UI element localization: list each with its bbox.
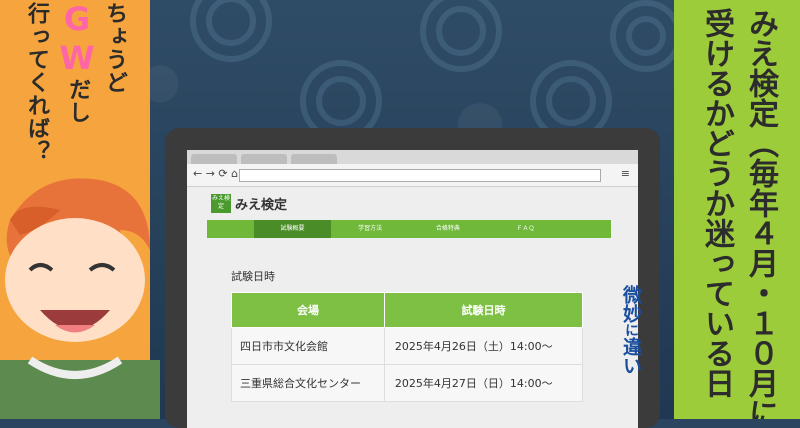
- table-header-date: 試験日時: [383, 292, 584, 328]
- site-logo-text: みえ検定: [235, 198, 288, 213]
- callout-col1: ちょうど: [102, 2, 127, 94]
- date-cell: 2025年4月27日（日）14:00～: [383, 364, 584, 402]
- laptop: ← → ⟳ ⌂ ≡ みえ検定 みえ検定 試験概要 学習方法 合格特典 ＦＡＱ 試…: [165, 128, 660, 428]
- browser-tab[interactable]: [291, 154, 337, 164]
- nav-item-faq[interactable]: ＦＡＱ: [487, 220, 565, 238]
- browser-menu-icon[interactable]: ≡: [621, 167, 630, 180]
- left-orange-panel: ちょうど GWだし 行ってくれば？: [0, 0, 160, 419]
- nav-item-overview[interactable]: 試験概要: [253, 220, 332, 238]
- browser-tab-bar: [187, 150, 638, 164]
- browser-nav-icons[interactable]: ← → ⟳ ⌂: [193, 167, 238, 180]
- browser-tab[interactable]: [191, 154, 237, 164]
- url-field[interactable]: [239, 169, 601, 182]
- annotation-part1: 微妙: [620, 285, 642, 323]
- table-header-row: 会場 試験日時: [231, 292, 584, 328]
- swirl-decoration: [420, 0, 502, 72]
- callout-text: ちょうど GWだし 行ってくれば？: [6, 0, 146, 172]
- venue-cell: 三重県総合文化センター: [231, 364, 385, 402]
- table-header-venue: 会場: [231, 292, 385, 328]
- banner-line1: みえ検定（毎年４月・１０月に実: [743, 8, 778, 419]
- section-title: 試験日時: [231, 270, 275, 283]
- site-nav: 試験概要 学習方法 合格特典 ＦＡＱ: [207, 220, 611, 238]
- table-row: 四日市市文化会館 2025年4月26日（土）14:00～: [231, 327, 584, 365]
- table-row: 三重県総合文化センター 2025年4月27日（日）14:00～: [231, 364, 584, 402]
- annotation-part3: 違い: [620, 337, 642, 375]
- callout-col3: 行ってくれば？: [24, 2, 49, 163]
- handwritten-annotation: 微妙に違い: [605, 285, 645, 425]
- swirl-decoration: [190, 0, 272, 62]
- callout-col2: GWだし: [58, 0, 96, 124]
- browser-tab[interactable]: [241, 154, 287, 164]
- callout-col2-rest: だし: [65, 78, 90, 124]
- schedule-table: 会場 試験日時 四日市市文化会館 2025年4月26日（土）14:00～ 三重県…: [231, 292, 584, 402]
- nav-item-study[interactable]: 学習方法: [331, 220, 409, 238]
- banner-title: みえ検定（毎年４月・１０月に実 受けるかどうか迷っている日: [694, 8, 782, 419]
- laptop-screen: ← → ⟳ ⌂ ≡ みえ検定 みえ検定 試験概要 学習方法 合格特典 ＦＡＱ 試…: [187, 150, 638, 428]
- venue-cell: 四日市市文化会館: [231, 327, 385, 365]
- site-logo-mark: みえ検定: [211, 194, 231, 213]
- callout-gw: GW: [58, 0, 96, 78]
- date-cell: 2025年4月26日（土）14:00～: [383, 327, 584, 365]
- nav-item-benefits[interactable]: 合格特典: [409, 220, 487, 238]
- annotation-part2: に: [623, 323, 639, 337]
- character-illustration: [0, 178, 160, 419]
- browser-address-bar: ← → ⟳ ⌂ ≡: [187, 164, 638, 187]
- site-logo[interactable]: みえ検定 みえ検定: [211, 194, 287, 213]
- right-green-banner: みえ検定（毎年４月・１０月に実 受けるかどうか迷っている日: [674, 0, 800, 419]
- swirl-decoration: [610, 0, 682, 72]
- banner-line2: 受けるかどうか迷っている日: [699, 8, 734, 398]
